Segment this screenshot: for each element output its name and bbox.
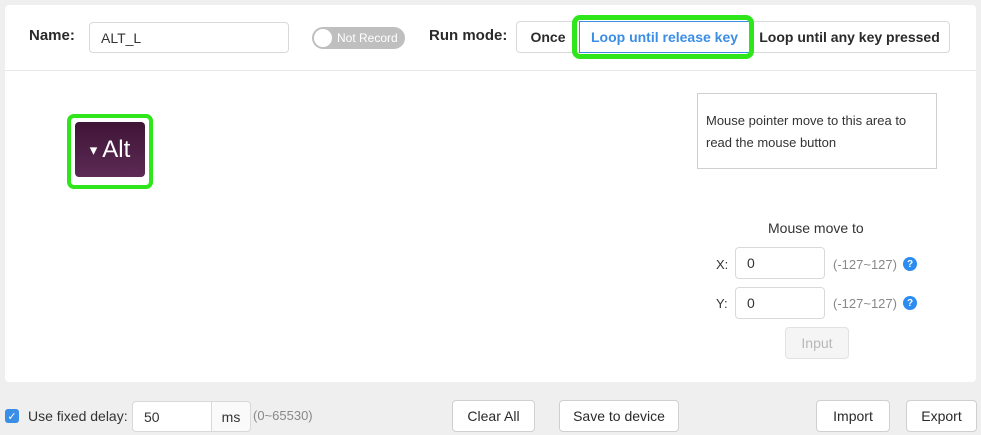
toggle-knob bbox=[314, 29, 332, 47]
key-label: Alt bbox=[102, 135, 131, 163]
y-range: (-127~127) bbox=[833, 296, 897, 311]
mode-once-button[interactable]: Once bbox=[516, 21, 580, 53]
import-button[interactable]: Import bbox=[816, 400, 890, 432]
key-highlight-annotation: ▾ Alt bbox=[67, 114, 153, 189]
header-bar: Name: Not Record Run mode: Once Loop unt… bbox=[5, 5, 976, 71]
mode-loop-until-release-button[interactable]: Loop until release key bbox=[579, 21, 750, 53]
x-label: X: bbox=[716, 257, 729, 272]
caret-down-icon: ▾ bbox=[89, 141, 98, 159]
name-label: Name: bbox=[29, 27, 75, 44]
mouse-move-title: Mouse move to bbox=[768, 220, 864, 236]
mouse-read-area[interactable]: Mouse pointer move to this area to read … bbox=[697, 93, 937, 169]
save-to-device-button[interactable]: Save to device bbox=[559, 400, 679, 432]
fixed-delay-label: Use fixed delay: bbox=[28, 408, 128, 424]
mode-loop-until-any-key-button[interactable]: Loop until any key pressed bbox=[749, 21, 950, 53]
x-range: (-127~127) bbox=[833, 257, 897, 272]
delay-unit: ms bbox=[211, 401, 251, 432]
y-help-icon[interactable]: ? bbox=[903, 296, 917, 310]
run-mode-label: Run mode: bbox=[429, 27, 508, 44]
export-button[interactable]: Export bbox=[906, 400, 977, 432]
delay-range: (0~65530) bbox=[253, 408, 313, 423]
input-button[interactable]: Input bbox=[785, 327, 849, 359]
fixed-delay-checkbox[interactable]: ✓ bbox=[5, 409, 19, 423]
macro-editor-panel: Name: Not Record Run mode: Once Loop unt… bbox=[5, 5, 976, 382]
y-input[interactable] bbox=[735, 287, 825, 319]
clear-all-button[interactable]: Clear All bbox=[452, 400, 535, 432]
record-toggle-label: Not Record bbox=[337, 31, 398, 45]
name-input[interactable] bbox=[89, 22, 289, 53]
y-label: Y: bbox=[716, 296, 728, 311]
alt-key-button[interactable]: ▾ Alt bbox=[75, 122, 145, 177]
x-help-icon[interactable]: ? bbox=[903, 257, 917, 271]
delay-input[interactable] bbox=[132, 401, 212, 432]
x-input[interactable] bbox=[735, 247, 825, 279]
record-toggle[interactable]: Not Record bbox=[312, 27, 405, 49]
